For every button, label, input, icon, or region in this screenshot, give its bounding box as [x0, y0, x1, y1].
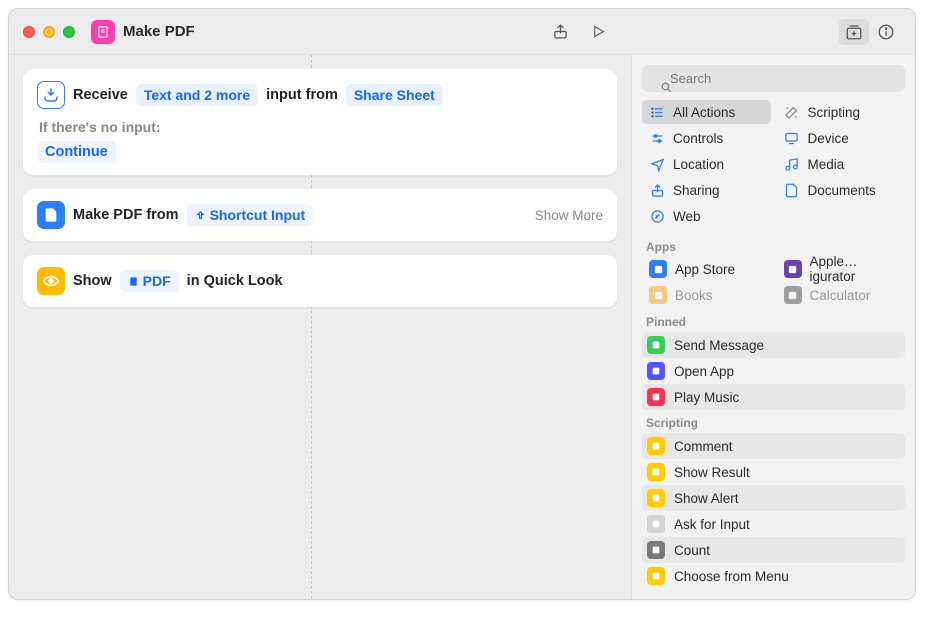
actions-sidebar: All ActionsScriptingControlsDeviceLocati…	[631, 55, 915, 599]
pinned-section-label: Pinned	[632, 309, 915, 332]
close-window-button[interactable]	[23, 26, 35, 38]
action-item[interactable]: Show Result	[642, 459, 905, 485]
from-text: input from	[266, 87, 338, 103]
action-icon	[647, 515, 665, 533]
safari-icon	[649, 208, 665, 224]
action-icon	[647, 541, 665, 559]
category-device[interactable]: Device	[777, 126, 906, 150]
make-pdf-card[interactable]: Make PDF from Shortcut Input Show More	[23, 189, 617, 241]
receive-icon	[37, 81, 65, 109]
shortcut-input-token[interactable]: Shortcut Input	[187, 204, 314, 226]
window-title: Make PDF	[123, 23, 195, 40]
action-item[interactable]: Show Alert	[642, 485, 905, 511]
app-icon	[784, 260, 802, 278]
category-web[interactable]: Web	[642, 204, 771, 228]
action-icon	[647, 362, 665, 380]
slider-icon	[649, 130, 665, 146]
search-icon	[660, 81, 673, 99]
show-label: Show	[73, 273, 112, 289]
music-icon	[784, 156, 800, 172]
run-button[interactable]	[583, 19, 613, 45]
list-icon	[649, 104, 665, 120]
shortcut-icon	[91, 20, 115, 44]
category-grid: All ActionsScriptingControlsDeviceLocati…	[632, 100, 915, 234]
make-pdf-icon	[37, 201, 65, 229]
search-input[interactable]	[642, 65, 905, 92]
make-pdf-label: Make PDF from	[73, 207, 179, 223]
zoom-window-button[interactable]	[63, 26, 75, 38]
receive-input-card[interactable]: Receive Text and 2 more input from Share…	[23, 69, 617, 175]
action-icon	[647, 489, 665, 507]
no-input-label: If there's no input:	[39, 119, 603, 135]
action-icon	[647, 567, 665, 585]
quick-look-icon	[37, 267, 65, 295]
app-icon	[649, 286, 667, 304]
category-documents[interactable]: Documents	[777, 178, 906, 202]
info-button[interactable]	[871, 19, 901, 45]
category-all-actions[interactable]: All Actions	[642, 100, 771, 124]
input-types-token[interactable]: Text and 2 more	[136, 84, 258, 106]
source-token[interactable]: Share Sheet	[346, 84, 443, 106]
action-item[interactable]: Choose from Menu	[642, 563, 905, 589]
search-wrap	[642, 65, 905, 92]
category-controls[interactable]: Controls	[642, 126, 771, 150]
minimize-window-button[interactable]	[43, 26, 55, 38]
action-item[interactable]: Count	[642, 537, 905, 563]
scripting-list: CommentShow ResultShow AlertAsk for Inpu…	[632, 433, 915, 589]
action-icon	[647, 388, 665, 406]
share-button[interactable]	[545, 19, 575, 45]
app-item[interactable]: App Store	[642, 257, 771, 281]
monitor-icon	[784, 130, 800, 146]
workflow-editor: Receive Text and 2 more input from Share…	[9, 55, 631, 599]
action-icon	[647, 336, 665, 354]
app-item[interactable]: Apple…igurator	[777, 257, 906, 281]
window-controls	[23, 26, 75, 38]
action-item[interactable]: Play Music	[642, 384, 905, 410]
quick-look-card[interactable]: Show PDF in Quick Look	[23, 255, 617, 307]
action-item[interactable]: Send Message	[642, 332, 905, 358]
library-toggle-button[interactable]	[839, 19, 869, 45]
app-icon	[784, 286, 802, 304]
share-icon	[649, 182, 665, 198]
shortcuts-window: Make PDF Receive	[8, 8, 916, 600]
titlebar: Make PDF	[9, 9, 915, 55]
category-sharing[interactable]: Sharing	[642, 178, 771, 202]
quick-look-suffix: in Quick Look	[187, 273, 283, 289]
app-item[interactable]: Books	[642, 283, 771, 307]
category-location[interactable]: Location	[642, 152, 771, 176]
category-scripting[interactable]: Scripting	[777, 100, 906, 124]
wand-icon	[784, 104, 800, 120]
app-icon	[649, 260, 667, 278]
doc-icon	[784, 182, 800, 198]
app-item[interactable]: Calculator	[777, 283, 906, 307]
scripting-section-label: Scripting	[632, 410, 915, 433]
receive-label: Receive	[73, 87, 128, 103]
apps-list: App StoreApple…iguratorBooksCalculator	[632, 257, 915, 309]
action-item[interactable]: Open App	[642, 358, 905, 384]
action-item[interactable]: Comment	[642, 433, 905, 459]
action-icon	[647, 463, 665, 481]
show-more-button[interactable]: Show More	[535, 208, 603, 223]
no-input-behavior-token[interactable]: Continue	[37, 141, 116, 163]
action-item[interactable]: Ask for Input	[642, 511, 905, 537]
action-icon	[647, 437, 665, 455]
pdf-variable-token[interactable]: PDF	[120, 270, 179, 292]
nav-icon	[649, 156, 665, 172]
pinned-list: Send MessageOpen AppPlay Music	[632, 332, 915, 410]
category-media[interactable]: Media	[777, 152, 906, 176]
